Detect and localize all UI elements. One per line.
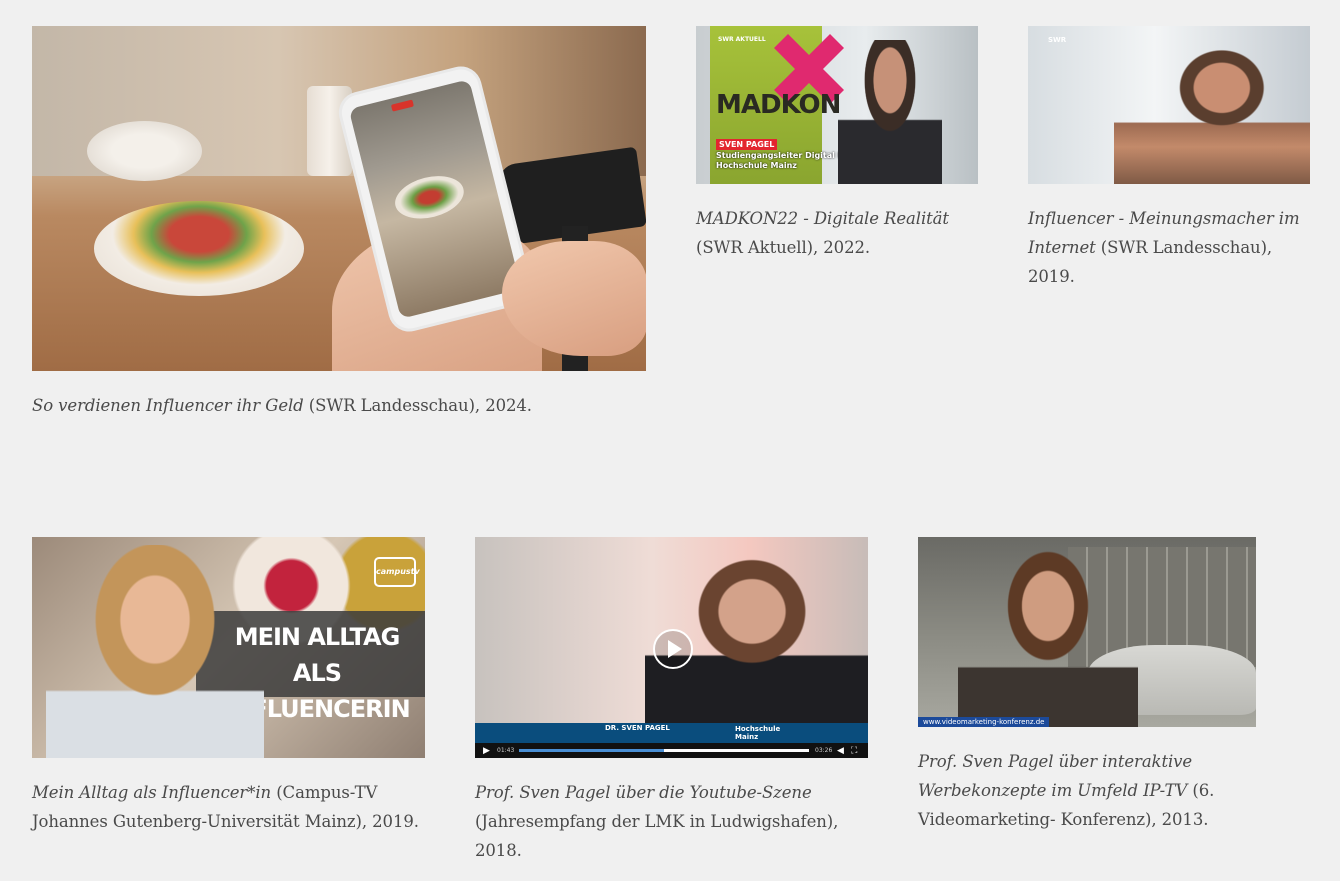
play-button-icon[interactable] — [653, 629, 693, 669]
video-caption: So verdienen Influencer ihr Geld (SWR La… — [32, 391, 646, 420]
video-source: (SWR Aktuell), 2022. — [696, 238, 871, 257]
fullscreen-icon[interactable]: ⛶ — [851, 746, 857, 756]
video-title-link[interactable]: So verdienen Influencer ihr Geld — [32, 396, 304, 415]
video-thumbnail-3[interactable]: SWR — [1028, 26, 1310, 184]
video-item-4: MEIN ALLTAG ALS INFLUENCERIN campustv Mei… — [32, 537, 432, 836]
video-source: (SWR Landesschau), 2024. — [303, 396, 532, 415]
video-thumbnail-4[interactable]: MEIN ALLTAG ALS INFLUENCERIN campustv — [32, 537, 425, 758]
video-caption: Prof. Sven Pagel über interaktive Werbek… — [918, 747, 1318, 834]
video-caption: Prof. Sven Pagel über die Youtube-Szene … — [475, 778, 875, 865]
video-player[interactable]: DR. SVEN PAGEL Hochschule Mainz ▶ 01:43 0… — [475, 537, 868, 758]
video-item-6: www.videomarketing-konferenz.de Prof. Sv… — [918, 537, 1318, 834]
swr-aktuell-logo: SWR AKTUELL — [718, 36, 766, 43]
time-elapsed: 01:43 — [497, 747, 515, 754]
video-title-link[interactable]: Mein Alltag als Influencer*in — [32, 783, 271, 802]
campustv-logo: campustv — [374, 557, 420, 587]
video-item-1: So verdienen Influencer ihr Geld (SWR La… — [32, 26, 646, 420]
lower-third-line-2: Hochschule Mainz — [716, 161, 797, 170]
video-thumbnail-1[interactable] — [32, 26, 646, 371]
play-icon[interactable]: ▶ — [483, 746, 490, 756]
banner-title: MADKON — [716, 90, 841, 120]
url-overlay: www.videomarketing-konferenz.de — [918, 717, 1050, 727]
progress-fill — [519, 749, 664, 752]
volume-icon[interactable]: ◀ — [837, 746, 844, 756]
video-controls: ▶ 01:43 03:26 ◀ ⛶ — [475, 743, 868, 758]
bowl-image — [87, 121, 202, 181]
video-item-2: SWR AKTUELL MADKON SVEN PAGEL Studiengan… — [696, 26, 986, 262]
salad-bowl-image — [94, 201, 304, 296]
video-caption: MADKON22 - Digitale Realität (SWR Aktuel… — [696, 204, 986, 262]
name-tag: SVEN PAGEL — [716, 139, 778, 150]
video-title-link[interactable]: MADKON22 - Digitale Realität — [696, 209, 949, 228]
video-title-link[interactable]: Prof. Sven Pagel über die Youtube-Szene — [475, 783, 812, 802]
video-source: (Jahresempfang der LMK in Ludwigshafen),… — [475, 812, 839, 860]
video-caption: Mein Alltag als Influencer*in (Campus-TV… — [32, 778, 432, 836]
lower-third-affiliation: Hochschule Mainz — [735, 725, 781, 741]
time-total: 03:26 — [815, 747, 833, 754]
speaker-image — [838, 40, 942, 184]
lower-third: DR. SVEN PAGEL Hochschule Mainz — [475, 723, 868, 743]
video-item-5: DR. SVEN PAGEL Hochschule Mainz ▶ 01:43 0… — [475, 537, 875, 865]
video-thumbnail-2[interactable]: SWR AKTUELL MADKON SVEN PAGEL Studiengan… — [696, 26, 978, 184]
speaker-image — [958, 549, 1138, 727]
influencer-image — [46, 545, 264, 758]
lower-third-name: DR. SVEN PAGEL — [605, 724, 670, 732]
video-title-link[interactable]: Prof. Sven Pagel über interaktive Werbek… — [918, 752, 1192, 800]
speaker-image — [1114, 36, 1310, 184]
video-caption: Influencer - Meinungsmacher im Internet … — [1028, 204, 1318, 291]
video-thumbnail-6[interactable]: www.videomarketing-konferenz.de — [918, 537, 1256, 727]
swr-logo: SWR — [1048, 36, 1067, 44]
video-item-3: SWR Influencer - Meinungsmacher im Inter… — [1028, 26, 1318, 291]
progress-bar[interactable] — [519, 749, 809, 752]
